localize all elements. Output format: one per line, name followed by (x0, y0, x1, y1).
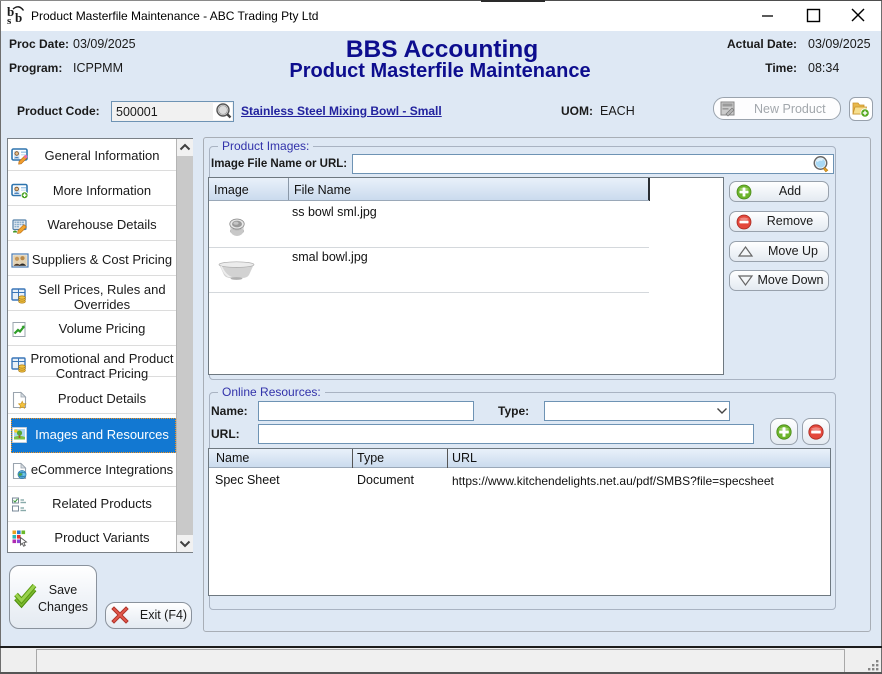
svg-text:s: s (7, 15, 12, 26)
svg-text:b: b (15, 10, 22, 25)
